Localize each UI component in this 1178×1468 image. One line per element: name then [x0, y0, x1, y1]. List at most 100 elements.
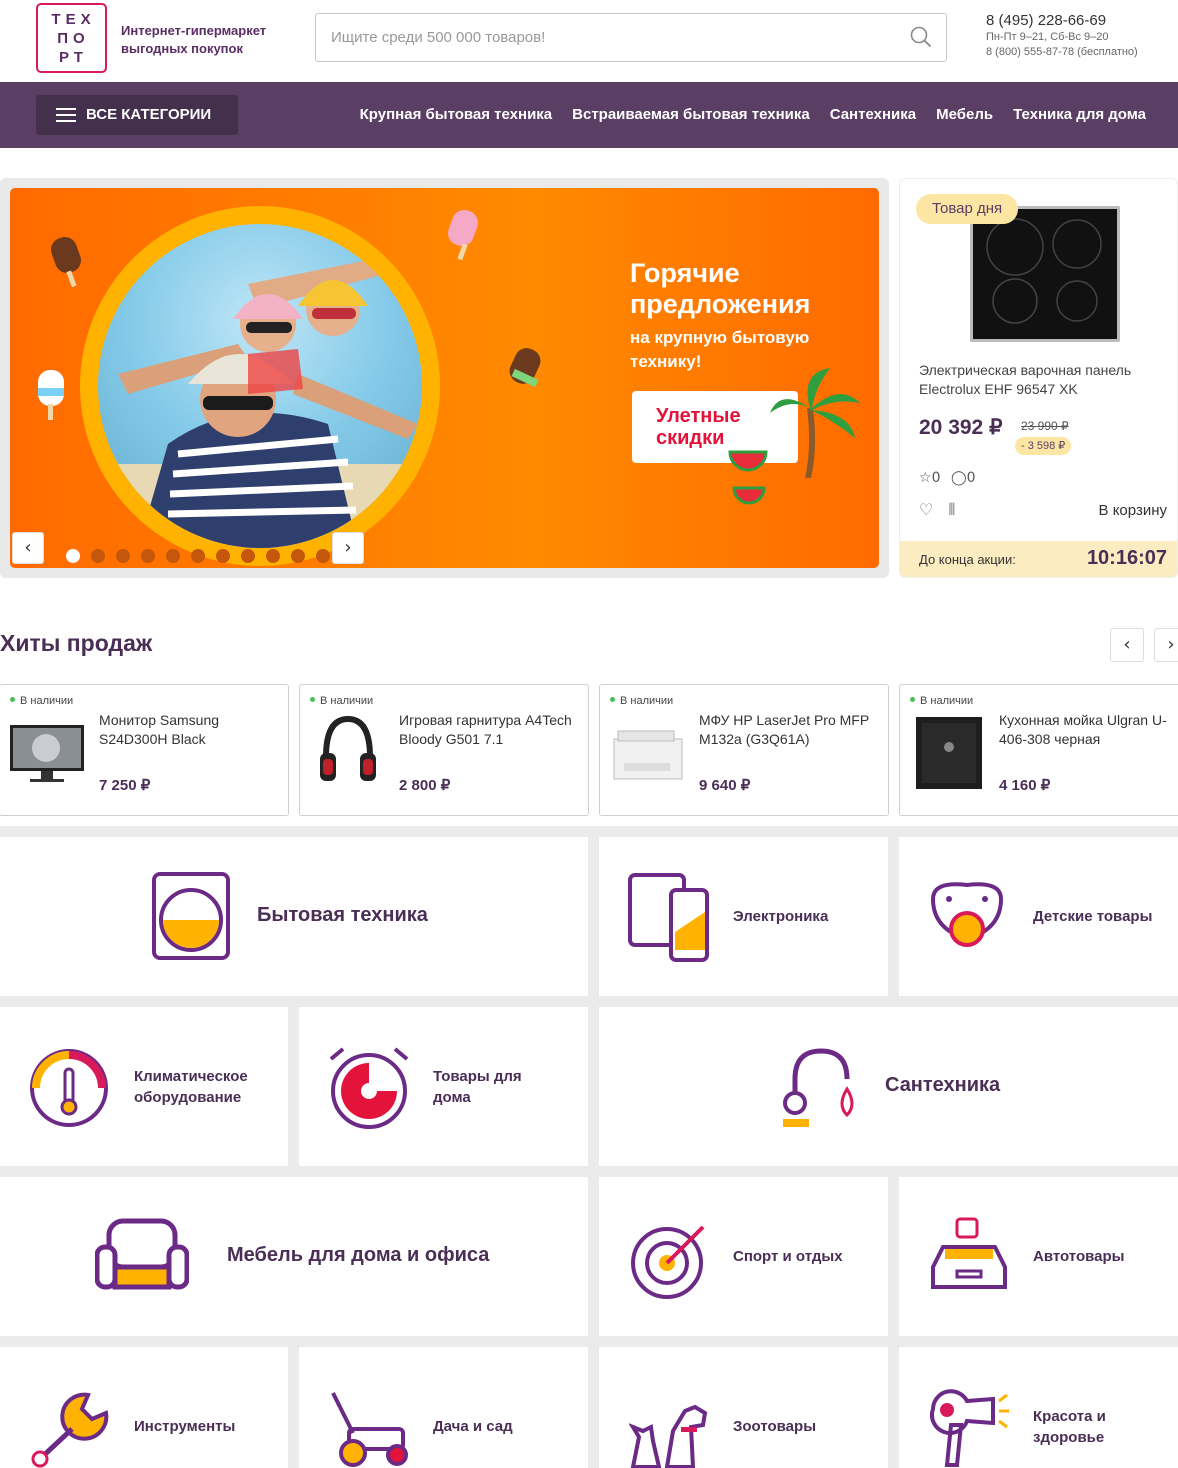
product-price: 4 160 ₽: [999, 777, 1051, 794]
ice-cream-icon: [448, 210, 478, 261]
phone-free[interactable]: 8 (800) 555-87-78 (бесплатно): [986, 46, 1138, 58]
product-name[interactable]: Игровая гарнитура A4Tech Bloody G501 7.1: [399, 711, 579, 749]
hit-product-card[interactable]: В наличии Игровая гарнитура A4Tech Blood…: [299, 684, 589, 816]
category-tile-auto[interactable]: Автотовары: [899, 1177, 1178, 1336]
carousel-dot[interactable]: [191, 549, 205, 563]
menu-icon: [56, 108, 76, 122]
category-tile-appliances[interactable]: Бытовая техника: [0, 837, 588, 996]
search-input[interactable]: [316, 14, 896, 61]
deal-old-price: 23 990 ₽: [1021, 419, 1069, 433]
hits-prev-button[interactable]: ‹: [1110, 628, 1144, 662]
carousel-dot[interactable]: [166, 549, 180, 563]
alarm-clock-icon: [329, 1047, 409, 1129]
hair-dryer-icon: [929, 1389, 1009, 1467]
carousel-dots: [66, 549, 330, 563]
tablet-phone-icon: [628, 873, 709, 962]
deal-stats: ☆0 ◯0: [919, 470, 976, 486]
category-tile-plumbing[interactable]: Сантехника: [599, 1007, 1178, 1166]
category-label: Спорт и отдых: [733, 1248, 843, 1265]
product-price: 7 250 ₽: [99, 777, 151, 794]
product-name[interactable]: Кухонная мойка Ulgran U-406-308 черная: [999, 711, 1178, 749]
search-box: [315, 13, 947, 62]
thermometer-gauge-icon: [30, 1049, 108, 1127]
category-label: Красота и здоровье: [1033, 1408, 1106, 1446]
headset-image: [320, 715, 376, 781]
all-categories-button[interactable]: ВСЕ КАТЕГОРИИ: [36, 95, 238, 135]
category-tile-climate[interactable]: Климатическое оборудование: [0, 1007, 288, 1166]
deal-product-image[interactable]: [970, 206, 1120, 342]
hits-title: Хиты продаж: [0, 630, 153, 656]
category-tile-tools[interactable]: Инструменты: [0, 1347, 288, 1468]
category-tile-garden[interactable]: Дача и сад: [299, 1347, 588, 1468]
carousel-dot[interactable]: [91, 549, 105, 563]
timer-value: 10:16:07: [1086, 547, 1167, 569]
carousel-dot[interactable]: [291, 549, 305, 563]
logo-line-2: ПО: [57, 30, 90, 47]
promo-banner[interactable]: Горячие предложения на крупную бытовую т…: [10, 188, 879, 568]
heart-icon[interactable]: ♡: [919, 500, 933, 519]
product-name[interactable]: Монитор Samsung S24D300H Black: [99, 711, 279, 749]
ice-cream-icon: [509, 348, 541, 388]
carousel-dot[interactable]: [216, 549, 230, 563]
phone-number[interactable]: 8 (495) 228-66-69: [986, 12, 1106, 29]
category-grid: Бытовая техника Электроника Детские това…: [0, 826, 1178, 1468]
logo-line-1: ТЕХ: [51, 11, 96, 28]
category-tile-beauty[interactable]: Красота и здоровье: [899, 1347, 1178, 1468]
nav-link-plumbing[interactable]: Сантехника: [830, 106, 916, 123]
deal-product-name[interactable]: Электрическая варочная панель Electrolux…: [919, 361, 1159, 399]
carousel-dot[interactable]: [66, 549, 80, 563]
category-tile-sport[interactable]: Спорт и отдых: [599, 1177, 888, 1336]
category-label: Мебель для дома и офиса: [227, 1244, 490, 1266]
nav-link-built-in-appliances[interactable]: Встраиваемая бытовая техника: [572, 106, 810, 123]
stock-status: В наличии: [10, 695, 73, 707]
rating-count: 0: [931, 470, 941, 486]
category-label: Автотовары: [1033, 1248, 1125, 1265]
site-logo[interactable]: ТЕХ ПО РТ: [36, 3, 107, 73]
stock-status: В наличии: [910, 695, 973, 707]
nav-link-home-tech[interactable]: Техника для дома: [1013, 106, 1146, 123]
carousel-dot[interactable]: [241, 549, 255, 563]
category-tile-pets[interactable]: Зоотовары: [599, 1347, 888, 1468]
ice-cream-icon: [38, 370, 64, 420]
logo-line-3: РТ: [59, 49, 88, 66]
deal-badge: Товар дня: [916, 194, 1019, 224]
add-to-cart-button[interactable]: В корзину: [1099, 502, 1167, 519]
promo-carousel: Горячие предложения на крупную бытовую т…: [0, 178, 889, 578]
hits-next-button[interactable]: ›: [1154, 628, 1178, 662]
printer-image: [613, 730, 683, 780]
palm-icon: [770, 368, 860, 478]
faucet-icon: [783, 1048, 854, 1127]
category-tile-furniture[interactable]: Мебель для дома и офиса: [0, 1177, 588, 1336]
hit-product-card[interactable]: В наличии Монитор Samsung S24D300H Black…: [0, 684, 289, 816]
category-tile-home-goods[interactable]: Товары для дома: [299, 1007, 588, 1166]
carousel-prev-button[interactable]: ‹: [12, 532, 44, 564]
search-icon[interactable]: [910, 26, 932, 48]
product-name[interactable]: МФУ HP LaserJet Pro MFP M132a (G3Q61A): [699, 711, 879, 749]
banner-headline: Горячие предложения: [630, 258, 811, 319]
hit-product-card[interactable]: В наличии МФУ HP LaserJet Pro MFP M132a …: [599, 684, 889, 816]
category-label: Дача и сад: [433, 1418, 513, 1435]
target-icon: [631, 1225, 705, 1299]
deal-of-day-card: Товар дня Электрическая варочная панель …: [899, 178, 1178, 578]
carousel-next-button[interactable]: ›: [332, 532, 364, 564]
nav-link-furniture[interactable]: Мебель: [936, 106, 993, 123]
washing-machine-icon: [152, 872, 230, 960]
category-label: Детские товары: [1033, 908, 1153, 925]
carousel-dot[interactable]: [316, 549, 330, 563]
carousel-dot[interactable]: [116, 549, 130, 563]
category-tile-kids[interactable]: Детские товары: [899, 837, 1178, 996]
compare-icon[interactable]: ⫴: [948, 500, 955, 519]
watermelon-icon: [732, 486, 766, 505]
deal-timer-bar: До конца акции: 10:16:07: [900, 541, 1177, 577]
stock-status: В наличии: [310, 695, 373, 707]
cat-dog-icon: [629, 1404, 708, 1468]
category-label: Электроника: [733, 908, 829, 925]
watermelon-icon: [728, 450, 768, 472]
carousel-dot[interactable]: [141, 549, 155, 563]
working-hours: Пн-Пт 9–21, Сб-Вс 9–20: [986, 31, 1109, 43]
hit-product-card[interactable]: В наличии Кухонная мойка Ulgran U-406-30…: [899, 684, 1178, 816]
category-tile-electronics[interactable]: Электроника: [599, 837, 888, 996]
carousel-dot[interactable]: [266, 549, 280, 563]
site-tagline: Интернет-гипермаркет выгодных покупок: [121, 23, 267, 56]
nav-link-large-appliances[interactable]: Крупная бытовая техника: [360, 106, 552, 123]
